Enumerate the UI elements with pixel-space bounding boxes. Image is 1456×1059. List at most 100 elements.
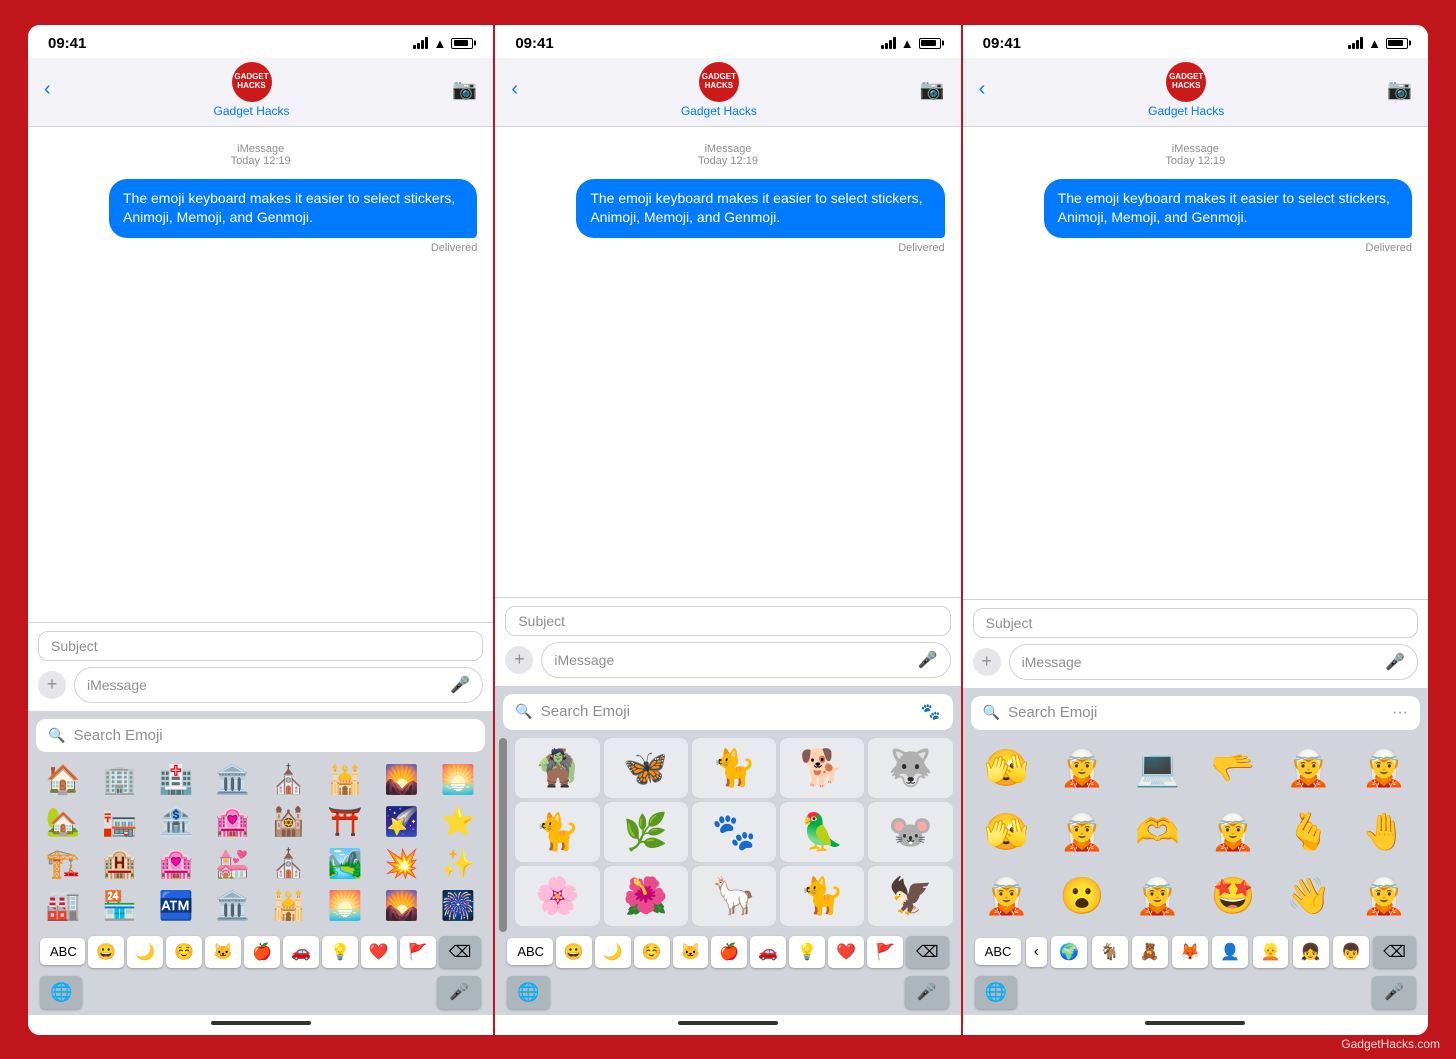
emoji-cell[interactable]: ⛪ (262, 844, 316, 884)
memoji-cell[interactable]: 🧝 (1273, 738, 1345, 798)
emoji-cell[interactable]: 🏦 (149, 802, 203, 842)
memoji-cat-6[interactable]: 👱 (1253, 936, 1289, 968)
sticker-cell[interactable]: 🌸 (515, 866, 599, 926)
memoji-cell[interactable]: 🧝 (1348, 866, 1420, 926)
sticker-cell[interactable]: 🐈 (515, 802, 599, 862)
search-bar-1[interactable]: 🔍 Search Emoji (36, 719, 485, 752)
emoji-cell[interactable]: 🌠 (374, 802, 428, 842)
memoji-cell[interactable]: 👋 (1273, 866, 1345, 926)
memoji-cell[interactable]: 🧝 (1197, 802, 1269, 862)
memoji-cat-2[interactable]: 🐐 (1092, 936, 1128, 968)
memoji-cell[interactable]: 🫳 (1197, 738, 1269, 798)
sticker-cell[interactable]: 🐈 (692, 738, 776, 798)
emoji-cell[interactable]: 🏣 (92, 802, 146, 842)
sticker-cell[interactable]: 🦅 (868, 866, 952, 926)
cat-icon-s7[interactable]: 💡 (789, 936, 825, 968)
cat-icon-6[interactable]: 🚗 (283, 936, 319, 968)
cat-icon-3[interactable]: ☺️ (166, 936, 202, 968)
memoji-cell[interactable]: 🤚 (1348, 802, 1420, 862)
mic-button-3[interactable]: 🎤 (1372, 976, 1416, 1009)
subject-input-2[interactable]: Subject (505, 606, 950, 636)
sticker-cell[interactable]: 🐺 (868, 738, 952, 798)
sticker-cell[interactable]: 🌿 (604, 802, 688, 862)
message-input-2[interactable]: iMessage 🎤 (541, 642, 950, 678)
memoji-cell[interactable]: 🫣 (971, 802, 1043, 862)
emoji-cell[interactable]: 🏠 (36, 760, 90, 800)
sticker-cell[interactable]: 🦋 (604, 738, 688, 798)
emoji-cell[interactable]: 🕍 (262, 802, 316, 842)
delete-button-2[interactable]: ⌫ (906, 936, 949, 968)
cat-icon-s2[interactable]: 🌙 (595, 936, 631, 968)
cat-icon-s5[interactable]: 🍎 (711, 936, 747, 968)
memoji-cell[interactable]: 🫶 (1122, 802, 1194, 862)
prev-button[interactable]: ‹ (1026, 937, 1047, 967)
mic-button-1[interactable]: 🎤 (437, 976, 481, 1009)
cat-icon-s6[interactable]: 🚗 (750, 936, 786, 968)
emoji-cell[interactable]: 🏥 (149, 760, 203, 800)
emoji-cell[interactable]: 🏞️ (318, 844, 372, 884)
emoji-cell[interactable]: 🏢 (92, 760, 146, 800)
search-bar-3[interactable]: 🔍 Search Emoji ··· (971, 696, 1420, 730)
emoji-cell[interactable]: 🎆 (431, 886, 485, 926)
sticker-cell[interactable]: 🧌 (515, 738, 599, 798)
memoji-cell[interactable]: 💻 (1122, 738, 1194, 798)
emoji-cell[interactable]: 🏡 (36, 802, 90, 842)
video-button-1[interactable]: 📷 (452, 77, 477, 102)
emoji-cell[interactable]: 🌄 (374, 886, 428, 926)
sticker-cell[interactable]: 🦜 (780, 802, 864, 862)
emoji-cell[interactable]: 💥 (374, 844, 428, 884)
emoji-cell[interactable]: 🏩 (205, 802, 259, 842)
video-button-2[interactable]: 📷 (920, 77, 945, 102)
sticker-cell[interactable]: 🐭 (868, 802, 952, 862)
emoji-cell[interactable]: 💒 (205, 844, 259, 884)
memoji-cat-1[interactable]: 🌍 (1051, 936, 1087, 968)
emoji-cell[interactable]: 🏩 (149, 844, 203, 884)
sticker-cell[interactable]: 🐕 (780, 738, 864, 798)
globe-button-1[interactable]: 🌐 (40, 976, 82, 1009)
cat-icon-s3[interactable]: ☺️ (634, 936, 670, 968)
sticker-cell[interactable]: 🐾 (692, 802, 776, 862)
globe-button-3[interactable]: 🌐 (975, 976, 1017, 1009)
memoji-cat-7[interactable]: 👧 (1293, 936, 1329, 968)
mic-button-2[interactable]: 🎤 (905, 976, 949, 1009)
cat-icon-s8[interactable]: ❤️ (828, 936, 864, 968)
memoji-cell[interactable]: 🧝 (1046, 802, 1118, 862)
cat-icon-s1[interactable]: 😀 (556, 936, 592, 968)
emoji-cell[interactable]: ⛪ (262, 760, 316, 800)
cat-icon-7[interactable]: 💡 (322, 936, 358, 968)
cat-icon-9[interactable]: 🚩 (400, 936, 436, 968)
mic-icon-2[interactable]: 🎤 (918, 650, 938, 670)
sticker-cell[interactable]: 🐈 (780, 866, 864, 926)
sticker-cell[interactable]: 🦙 (692, 866, 776, 926)
memoji-cell[interactable]: 🫣 (971, 738, 1043, 798)
subject-input-3[interactable]: Subject (973, 608, 1418, 638)
emoji-cell[interactable]: ⛩️ (318, 802, 372, 842)
video-button-3[interactable]: 📷 (1387, 77, 1412, 102)
back-button-2[interactable]: ‹ (511, 78, 518, 101)
cat-icon-s4[interactable]: 🐱 (673, 936, 709, 968)
memoji-cell[interactable]: 🧝 (971, 866, 1043, 926)
emoji-cell[interactable]: 🏧 (149, 886, 203, 926)
sticker-cell[interactable]: 🌺 (604, 866, 688, 926)
mic-icon-1[interactable]: 🎤 (450, 675, 470, 695)
emoji-cell[interactable]: 🕌 (262, 886, 316, 926)
abc-button-1[interactable]: ABC (40, 938, 85, 965)
memoji-cat-8[interactable]: 👦 (1333, 936, 1369, 968)
delete-button-3[interactable]: ⌫ (1373, 936, 1416, 968)
memoji-cell[interactable]: 😮 (1046, 866, 1118, 926)
emoji-cell[interactable]: 🏭 (36, 886, 90, 926)
delete-button-1[interactable]: ⌫ (439, 936, 482, 968)
emoji-cell[interactable]: 🌄 (374, 760, 428, 800)
memoji-cat-5[interactable]: 👤 (1212, 936, 1248, 968)
search-bar-2[interactable]: 🔍 Search Emoji 🐾 (503, 694, 952, 730)
cat-icon-s9[interactable]: 🚩 (867, 936, 903, 968)
message-input-1[interactable]: iMessage 🎤 (74, 667, 483, 703)
emoji-cell[interactable]: ✨ (431, 844, 485, 884)
emoji-cell[interactable]: 🏪 (92, 886, 146, 926)
cat-icon-2[interactable]: 🌙 (127, 936, 163, 968)
back-button-1[interactable]: ‹ (44, 78, 51, 101)
globe-button-2[interactable]: 🌐 (507, 976, 549, 1009)
plus-button-1[interactable]: + (38, 671, 66, 699)
cat-icon-1[interactable]: 😀 (88, 936, 124, 968)
abc-button-3[interactable]: ABC (975, 938, 1022, 965)
